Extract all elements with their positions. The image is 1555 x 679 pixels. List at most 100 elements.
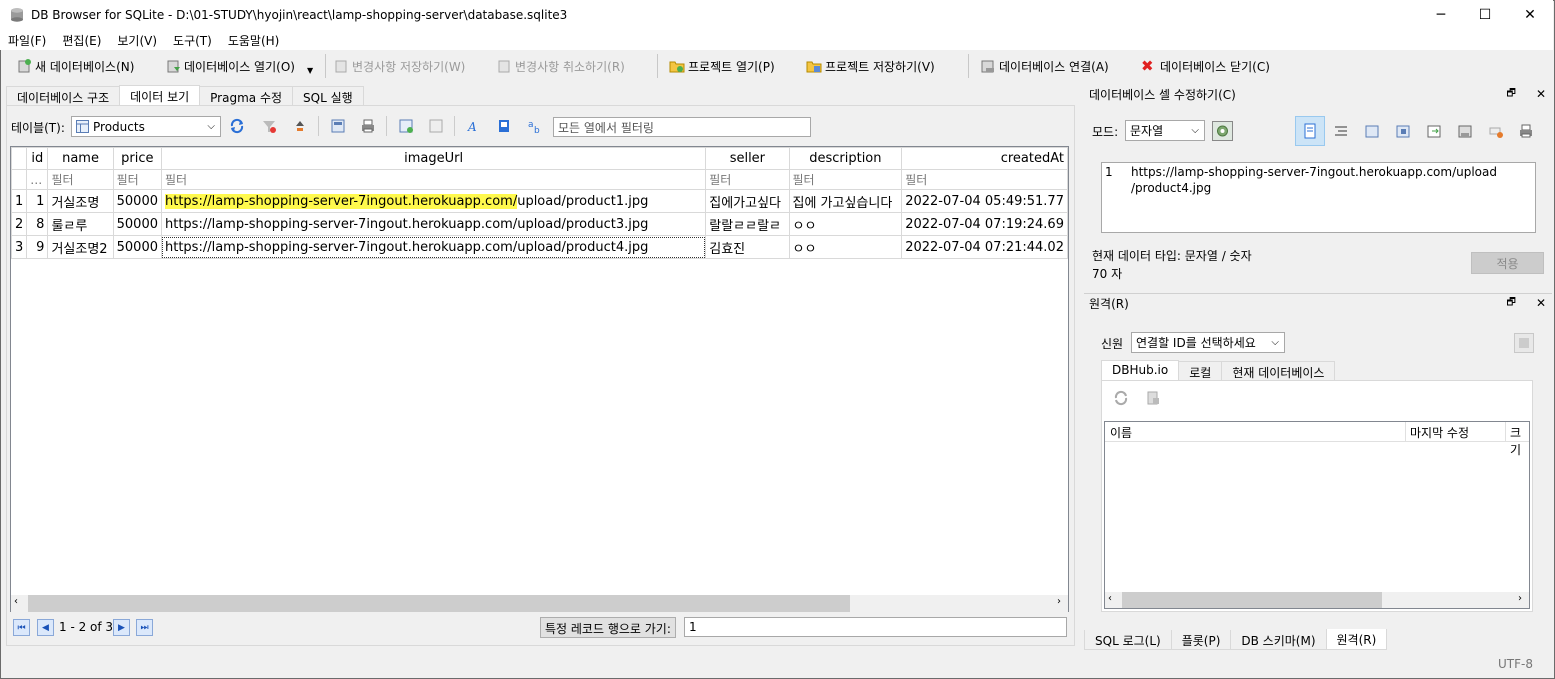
open-project-button[interactable]: 프로젝트 열기(P) (669, 56, 775, 76)
print-cell-button[interactable] (1518, 123, 1534, 142)
close-database-button[interactable]: ✖ 데이터베이스 닫기(C) (1141, 56, 1270, 76)
row-number[interactable]: 2 (10, 212, 28, 236)
column-header-name[interactable]: 이름 (1110, 424, 1132, 441)
goto-record-button[interactable]: 특정 레코드 행으로 가기: (540, 617, 676, 638)
print-button[interactable] (360, 118, 376, 137)
cell-price[interactable]: 50000 (112, 235, 162, 259)
cell-seller[interactable]: 랄랄ㄹㄹ랄ㄹ (705, 212, 790, 236)
save-table-button[interactable] (330, 118, 346, 137)
new-database-button[interactable]: 새 데이터베이스(N) (16, 56, 134, 76)
column-header-last-modified[interactable]: 마지막 수정 (1410, 424, 1469, 441)
last-record-button[interactable]: ⏭ (136, 619, 153, 636)
cell-name[interactable]: 거실조명2 (47, 235, 114, 259)
scroll-right-icon[interactable]: › (1057, 596, 1061, 607)
column-header-price[interactable]: price (112, 147, 162, 170)
cell-id[interactable]: 8 (26, 212, 49, 236)
cell-editor[interactable]: 1 https://lamp-shopping-server-7ingout.h… (1101, 162, 1536, 233)
close-window-button[interactable]: ✕ (1507, 0, 1553, 30)
tab-plot[interactable]: 플롯(P) (1170, 630, 1232, 650)
column-header-name[interactable]: name (47, 147, 114, 170)
filter-name[interactable]: 필터 (47, 169, 114, 190)
minimize-button[interactable]: ─ (1418, 0, 1464, 30)
cell-name[interactable]: 룰ㄹ루 (47, 212, 114, 236)
tab-execute-sql[interactable]: SQL 실행 (292, 86, 364, 106)
row-number[interactable]: 1 (10, 189, 28, 213)
cell-description[interactable]: 집에 가고싶습니다 (788, 189, 903, 213)
tab-remote[interactable]: 원격(R) (1325, 629, 1388, 650)
scrollbar-thumb[interactable] (1122, 592, 1382, 608)
table-select[interactable]: Products ⌵ (71, 116, 221, 137)
tab-local[interactable]: 로컬 (1178, 361, 1223, 381)
cell-createdat[interactable]: 2022-07-04 07:19:24.69 (901, 212, 1068, 236)
apply-button[interactable]: 적용 (1471, 252, 1544, 274)
menu-view[interactable]: 보기(V) (117, 32, 157, 49)
cell-price[interactable]: 50000 (112, 189, 162, 213)
auto-switch-mode-button[interactable] (1212, 121, 1233, 141)
cell-createdat[interactable]: 2022-07-04 05:49:51.77 (901, 189, 1068, 213)
first-record-button[interactable]: ⏮ (13, 619, 30, 636)
cell-seller[interactable]: 집에가고싶다 (705, 189, 790, 213)
font-button[interactable]: A (466, 118, 482, 137)
close-icon[interactable]: ✕ (1536, 296, 1546, 310)
cell-price[interactable]: 50000 (112, 212, 162, 236)
tab-edit-pragmas[interactable]: Pragma 수정 (199, 86, 294, 106)
write-changes-button[interactable]: 변경사항 저장하기(W) (333, 56, 465, 76)
global-filter-input[interactable]: 모든 열에서 필터링 (553, 117, 811, 137)
close-icon[interactable]: ✕ (1536, 87, 1546, 101)
table-row[interactable]: 1 1 거실조명 50000 https://lamp-shopping-ser… (10, 189, 1068, 213)
tab-dbhub[interactable]: DBHub.io (1101, 360, 1180, 381)
column-header-size[interactable]: 크기 (1510, 424, 1529, 458)
filter-imageurl[interactable]: 필터 (160, 169, 707, 190)
scroll-left-icon[interactable]: ‹ (1108, 593, 1112, 604)
cell-createdat[interactable]: 2022-07-04 07:21:44.02 (901, 235, 1068, 259)
tab-browse-data[interactable]: 데이터 보기 (119, 85, 201, 106)
remote-clone-button[interactable] (1145, 390, 1161, 409)
mode-select[interactable]: 문자열 ⌵ (1125, 120, 1205, 141)
export-button[interactable] (1395, 123, 1411, 142)
column-header-description[interactable]: description (788, 147, 903, 170)
insert-record-button[interactable] (398, 118, 414, 137)
goto-record-input[interactable]: 1 (684, 617, 1067, 637)
filter-seller[interactable]: 필터 (705, 169, 790, 190)
text-color-button[interactable] (496, 118, 512, 137)
identity-settings-button[interactable] (1514, 333, 1534, 353)
row-header-corner[interactable] (10, 147, 28, 170)
float-icon[interactable]: 🗗 (1507, 295, 1516, 312)
tab-sql-log[interactable]: SQL 로그(L) (1084, 630, 1172, 650)
clear-cell-button[interactable] (1488, 123, 1504, 142)
cell-id[interactable]: 1 (26, 189, 49, 213)
clear-filters-button[interactable] (261, 118, 277, 137)
filter-createdat[interactable]: 필터 (901, 169, 1068, 190)
row-number[interactable]: 3 (10, 235, 28, 259)
maximize-button[interactable]: ☐ (1462, 0, 1508, 30)
cell-imageurl[interactable]: https://lamp-shopping-server-7ingout.her… (160, 212, 707, 236)
set-null-button[interactable] (1426, 123, 1442, 142)
attach-database-button[interactable]: 데이터베이스 연결(A) (980, 56, 1109, 76)
cell-id[interactable]: 9 (26, 235, 49, 259)
cell-imageurl[interactable]: https://lamp-shopping-server-7ingout.her… (160, 189, 707, 213)
refresh-button[interactable] (229, 118, 245, 137)
column-header-imageurl[interactable]: imageUrl (160, 147, 707, 170)
menu-tools[interactable]: 도구(T) (173, 32, 212, 49)
cell-imageurl-selected[interactable]: https://lamp-shopping-server-7ingout.her… (160, 235, 707, 259)
horizontal-scrollbar[interactable]: ‹ › (11, 595, 1068, 612)
float-icon[interactable]: 🗗 (1507, 86, 1516, 103)
sort-button[interactable] (292, 118, 308, 137)
cell-seller[interactable]: 김효진 (705, 235, 790, 259)
filter-description[interactable]: 필터 (788, 169, 903, 190)
table-row[interactable]: 3 9 거실조명2 50000 https://lamp-shopping-se… (10, 235, 1068, 259)
cell-description[interactable]: ㅇㅇ (788, 235, 903, 259)
tab-current-database[interactable]: 현재 데이터베이스 (1221, 361, 1336, 381)
save-cell-button[interactable] (1457, 123, 1473, 142)
indent-button[interactable] (1333, 123, 1349, 142)
scroll-right-icon[interactable]: › (1518, 593, 1522, 604)
tab-db-schema[interactable]: DB 스키마(M) (1230, 630, 1327, 650)
cell-name[interactable]: 거실조명 (47, 189, 114, 213)
table-row[interactable]: 2 8 룰ㄹ루 50000 https://lamp-shopping-serv… (10, 212, 1068, 236)
previous-record-button[interactable]: ◀ (37, 619, 54, 636)
column-header-createdat[interactable]: createdAt (901, 147, 1068, 170)
cell-description[interactable]: ㅇㅇ (788, 212, 903, 236)
column-header-id[interactable]: id (26, 147, 49, 170)
menu-help[interactable]: 도움말(H) (228, 32, 280, 49)
remote-refresh-button[interactable] (1113, 390, 1129, 409)
